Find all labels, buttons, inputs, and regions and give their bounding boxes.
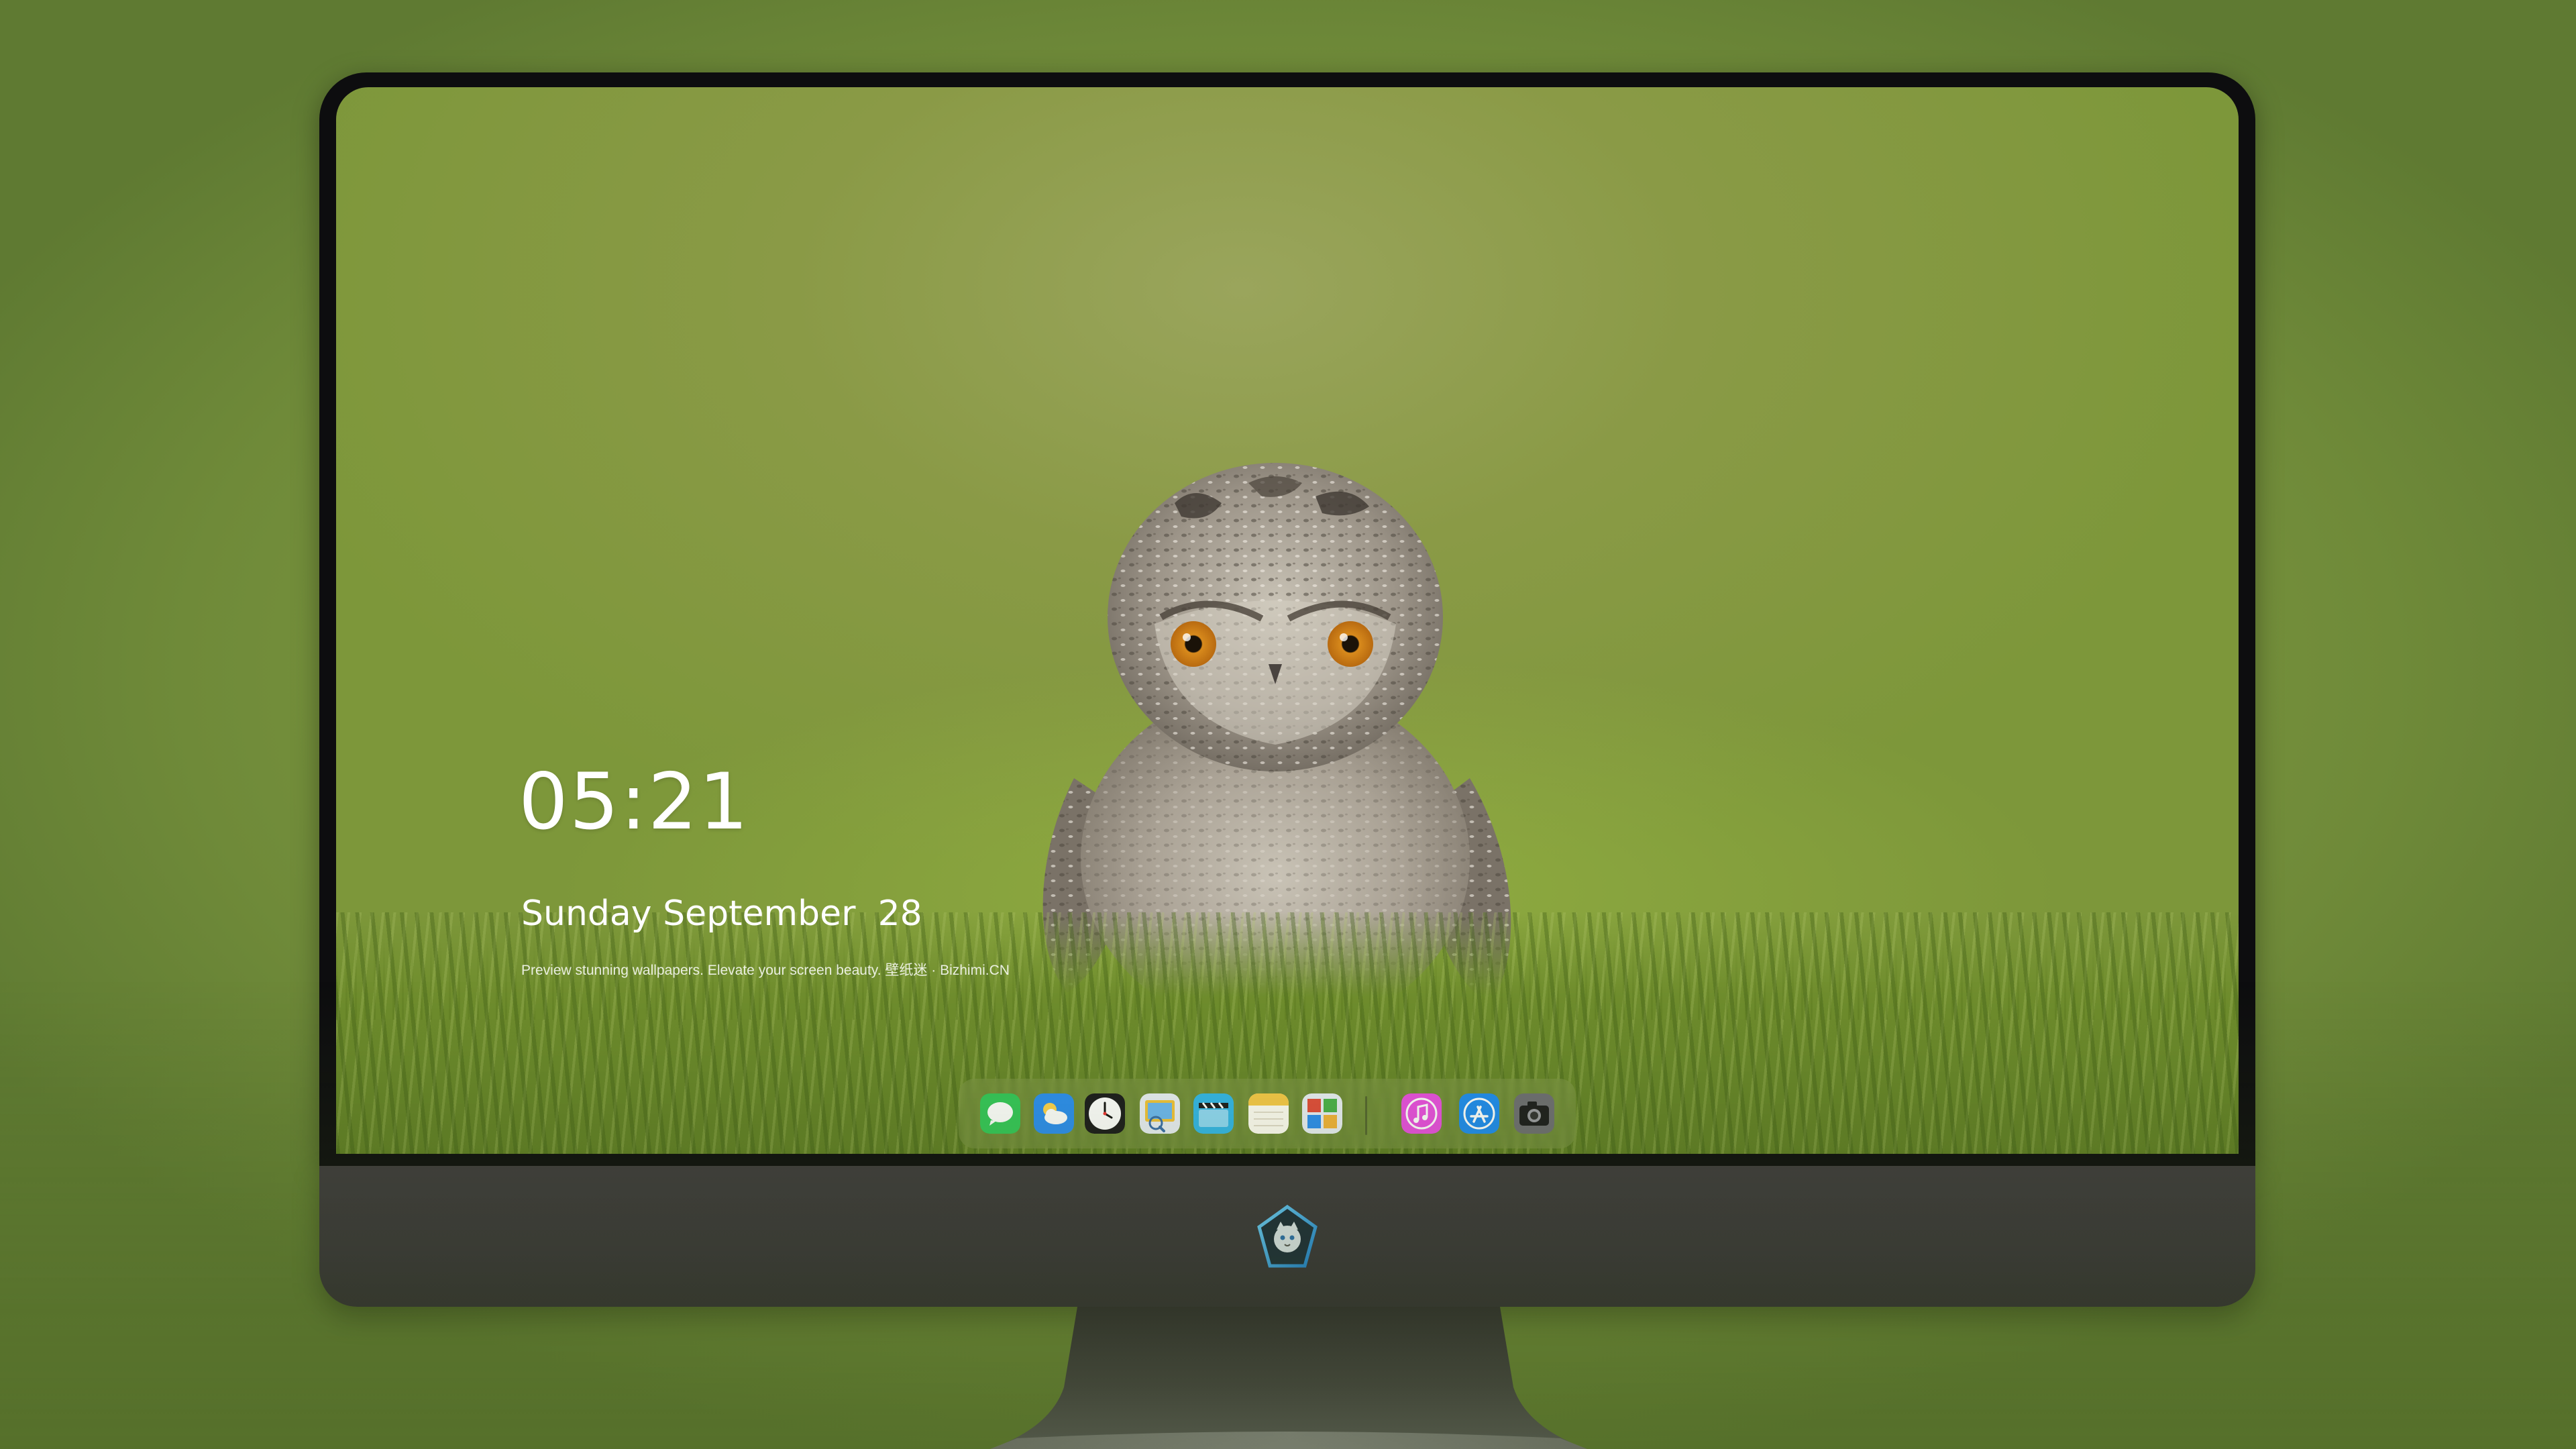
- screen: 05:21 Sunday September 28 Preview stunni…: [336, 87, 2239, 1154]
- clock-date: Sunday September 28: [521, 894, 922, 934]
- messages-icon[interactable]: [980, 1093, 1020, 1134]
- owl-wallpaper-image: [1042, 463, 1511, 1104]
- weather-icon[interactable]: [1034, 1093, 1074, 1134]
- desktop-background: 05:21 Sunday September 28 Preview stunni…: [0, 0, 2576, 1449]
- music-note-icon[interactable]: [1401, 1093, 1442, 1134]
- clock-time: 05:21: [519, 757, 750, 847]
- wallpaper-grass-tips: [336, 939, 2239, 1020]
- camera-icon[interactable]: [1514, 1093, 1554, 1134]
- dock-divider: [1365, 1096, 1367, 1135]
- clapperboard-icon[interactable]: [1193, 1093, 1234, 1134]
- clock-icon[interactable]: [1085, 1093, 1125, 1134]
- monitor-chin: [319, 1166, 2255, 1307]
- wallpaper-caption: Preview stunning wallpapers. Elevate you…: [521, 963, 1010, 978]
- photo-grid-icon[interactable]: [1302, 1093, 1342, 1134]
- app-store-icon[interactable]: [1459, 1093, 1499, 1134]
- monitor: 05:21 Sunday September 28 Preview stunni…: [319, 72, 2255, 1307]
- monitor-bezel: 05:21 Sunday September 28 Preview stunni…: [319, 72, 2255, 1166]
- dock: [959, 1079, 1576, 1148]
- brand-logo-icon: [1257, 1204, 1318, 1268]
- notes-icon[interactable]: [1248, 1093, 1289, 1134]
- monitor-stand: [990, 1307, 1587, 1449]
- preview-icon[interactable]: [1140, 1093, 1180, 1134]
